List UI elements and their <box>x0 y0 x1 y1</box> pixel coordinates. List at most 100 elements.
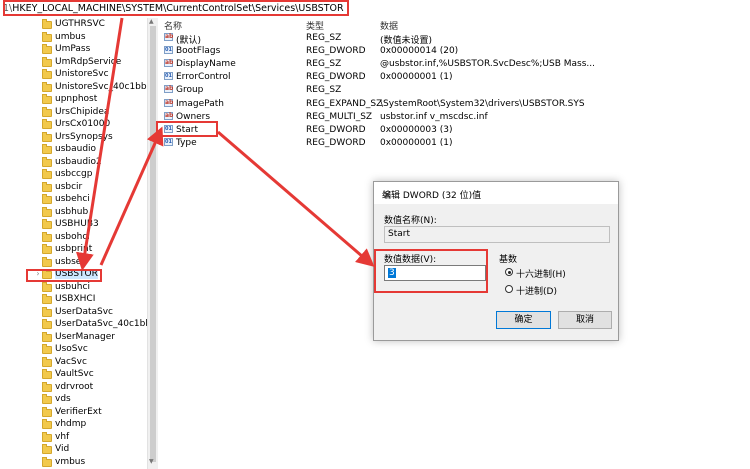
tree-item[interactable]: VacSvc <box>0 356 147 370</box>
tree-item-label: vhdmp <box>55 419 87 429</box>
tree-item-label: vhf <box>55 431 70 442</box>
tree-item-label: umbus <box>55 31 86 42</box>
close-icon[interactable]: ✕ <box>382 188 612 202</box>
usbstor-highlight-box <box>26 268 102 282</box>
value-type: REG_MULTI_SZ <box>306 111 373 122</box>
tree-item-label: UmRdpService <box>55 56 122 67</box>
tree-item[interactable]: Vid <box>0 444 147 457</box>
tree-item[interactable]: usbccgp <box>0 169 147 182</box>
tree-item[interactable]: UserDataSvc <box>0 306 147 320</box>
cancel-button[interactable]: 取消 <box>558 311 612 329</box>
address-bar[interactable]: 1\HKEY_LOCAL_MACHINE\SYSTEM\CurrentContr… <box>0 0 750 19</box>
folder-icon <box>42 106 52 117</box>
value-data: 0x00000014 (20) <box>380 45 459 56</box>
tree-item[interactable]: VaultSvc <box>0 369 147 382</box>
value-row[interactable]: ab Group REG_SZ <box>158 85 750 98</box>
dec-radio-label[interactable]: 十进制(D) <box>516 284 557 297</box>
column-data-header[interactable]: 数据 <box>380 19 398 32</box>
tree-item[interactable]: USBXHCI <box>0 294 147 307</box>
tree-item[interactable]: UrsCx01000 <box>0 119 147 132</box>
scrollbar-thumb[interactable] <box>150 26 156 462</box>
value-name-text: Start <box>388 229 410 239</box>
string-value-icon: ab <box>164 58 174 67</box>
tree-scrollbar[interactable]: ▲ ▼ <box>147 18 158 469</box>
folder-icon <box>42 381 52 392</box>
folder-icon <box>42 119 52 129</box>
folder-icon <box>42 394 52 404</box>
value-row[interactable]: ab (默认) REG_SZ (数值未设置) <box>158 32 750 46</box>
tree-item[interactable]: vhdmp <box>0 419 147 432</box>
tree-item[interactable]: vmbus <box>0 456 147 469</box>
tree-item-label: UnistoreSvc <box>55 69 109 79</box>
value-row[interactable]: ab ImagePath REG_EXPAND_SZ \SystemRoot\Syst… <box>158 98 750 112</box>
column-type-header[interactable]: 类型 <box>306 19 324 32</box>
tree-item[interactable]: usbehci <box>0 194 147 207</box>
tree-item[interactable]: usbhub <box>0 206 147 220</box>
tree-item[interactable]: UnistoreSvc_40c1bb15 <box>0 81 147 95</box>
tree-item[interactable]: UrsSynopsys <box>0 131 147 145</box>
tree-item[interactable]: UGTHRSVC <box>0 19 147 32</box>
folder-icon <box>42 444 52 454</box>
value-row[interactable]: 01 BootFlags REG_DWORD 0x00000014 (20) <box>158 45 750 59</box>
value-type: REG_SZ <box>306 85 342 96</box>
tree-item[interactable]: umbus <box>0 31 147 45</box>
folder-icon <box>42 19 52 29</box>
value-data-highlight-box <box>374 249 488 293</box>
tree-item[interactable]: vds <box>0 394 147 407</box>
address-highlight-box <box>3 0 349 16</box>
string-value-icon: ab <box>164 98 174 107</box>
folder-icon <box>42 369 52 379</box>
scroll-down-icon[interactable]: ▼ <box>149 458 154 465</box>
tree-item[interactable]: UmPass <box>0 44 147 57</box>
tree-item[interactable]: usbohci <box>0 231 147 245</box>
tree-item[interactable]: usbaudio <box>0 144 147 157</box>
tree-item-label: vdrvroot <box>55 381 94 392</box>
value-type: REG_DWORD <box>306 138 366 149</box>
tree-item-label: usbhub <box>55 206 89 217</box>
tree-item[interactable]: UserManager <box>0 331 147 345</box>
value-row[interactable]: 01 Type REG_DWORD 0x00000001 (1) <box>158 138 750 151</box>
registry-tree[interactable]: UGTHRSVC umbus UmPass UmRdpService UnistoreS… <box>0 18 147 469</box>
tree-item[interactable]: usbaudio2 <box>0 156 147 170</box>
value-type: REG_SZ <box>306 32 342 43</box>
folder-icon <box>42 344 52 354</box>
string-value-icon: ab <box>164 111 174 120</box>
column-name-header[interactable]: 名称 <box>164 19 182 32</box>
string-value-icon: ab <box>164 85 174 94</box>
tree-item[interactable]: usbprint <box>0 244 147 257</box>
dec-radio[interactable] <box>505 285 513 293</box>
tree-item[interactable]: usbser <box>0 256 147 270</box>
value-data: @usbstor.inf,%USBSTOR.SvcDesc%;USB Mass.… <box>380 58 596 69</box>
tree-item[interactable]: UnistoreSvc <box>0 69 147 82</box>
value-row[interactable]: 01 Start REG_DWORD 0x00000003 (3) <box>158 124 750 138</box>
tree-item[interactable]: VerifierExt <box>0 406 147 420</box>
tree-item-label: upnphost <box>55 94 98 104</box>
value-data: 0x00000003 (3) <box>380 124 453 135</box>
tree-item[interactable]: UmRdpService <box>0 56 147 70</box>
tree-item[interactable]: UrsChipidea <box>0 106 147 120</box>
value-row[interactable]: ab DisplayName REG_SZ @usbstor.inf,%USBSTOR… <box>158 58 750 72</box>
string-value-icon: ab <box>164 32 174 41</box>
folder-icon <box>42 69 52 79</box>
tree-item[interactable]: upnphost <box>0 94 147 107</box>
value-row[interactable]: 01 ErrorControl REG_DWORD 0x00000001 (1) <box>158 72 750 85</box>
tree-item[interactable]: vhf <box>0 431 147 445</box>
hex-radio[interactable] <box>505 268 513 276</box>
hex-radio-label[interactable]: 十六进制(H) <box>516 267 566 280</box>
scroll-up-icon[interactable]: ▲ <box>149 18 154 25</box>
value-name: ErrorControl <box>176 72 231 83</box>
folder-icon <box>42 306 52 317</box>
tree-item-label: UnistoreSvc_40c1bb15 <box>55 81 147 92</box>
value-data: (数值未设置) <box>380 35 433 46</box>
tree-item[interactable]: usbuhci <box>0 281 147 295</box>
value-type: REG_DWORD <box>306 45 366 56</box>
tree-item[interactable]: UserDataSvc_40c1bb15 <box>0 319 147 332</box>
tree-item[interactable]: UsoSvc <box>0 344 147 357</box>
tree-item-label: UmPass <box>55 44 91 54</box>
value-row[interactable]: ab Owners REG_MULTI_SZ usbstor.inf v_mscdsc… <box>158 111 750 125</box>
folder-icon <box>42 281 52 292</box>
tree-item[interactable]: usbcir <box>0 181 147 195</box>
tree-item[interactable]: USBHUB3 <box>0 219 147 232</box>
tree-item[interactable]: vdrvroot <box>0 381 147 395</box>
ok-button[interactable]: 确定 <box>496 311 551 329</box>
